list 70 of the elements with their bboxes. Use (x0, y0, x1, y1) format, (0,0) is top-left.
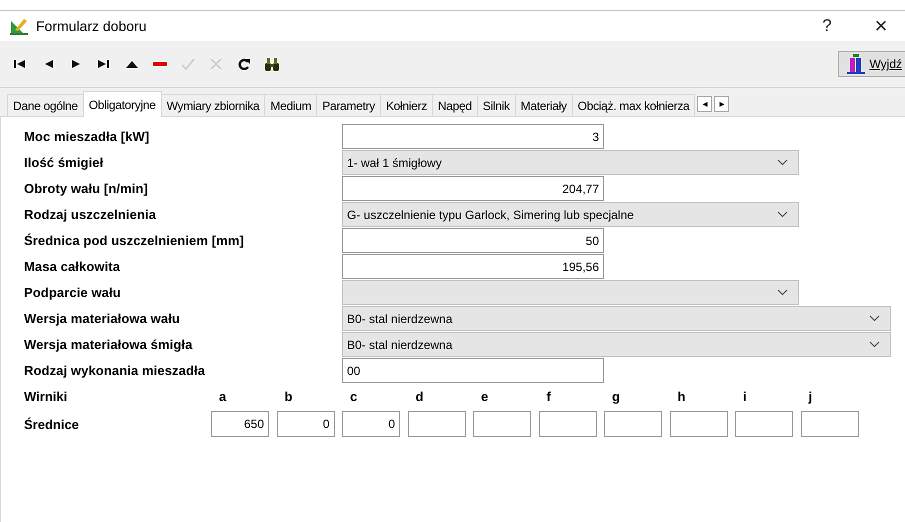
column-letter: c (349, 388, 358, 404)
field-label: Wersja materiałowa wału (24, 310, 181, 326)
toolbar-button[interactable] (264, 56, 280, 72)
minus-icon (153, 62, 167, 66)
diameter-field[interactable]: 0 (342, 411, 400, 437)
binoculars-icon (264, 58, 280, 70)
check-icon (181, 58, 195, 70)
diameter-field[interactable] (800, 411, 858, 437)
column-letter: g (611, 388, 621, 404)
diameter-field[interactable] (408, 411, 466, 437)
chevron-down-icon (869, 315, 880, 322)
number-field[interactable]: 50 (342, 228, 604, 253)
first-record-icon (14, 59, 26, 69)
previous-record-icon (44, 59, 52, 69)
text-field[interactable]: 00 (342, 358, 604, 383)
tab[interactable]: Obligatoryjne (82, 91, 162, 117)
column-letter: b (284, 388, 294, 404)
window-title: Formularz doboru (36, 18, 148, 34)
exit-button[interactable]: Wyjdź (838, 51, 905, 77)
dropdown[interactable]: G- uszczelnienie typu Garlock, Simering lub specjalne (342, 202, 799, 227)
column-letter: a (218, 388, 228, 404)
field-label: Moc mieszadła [kW] (24, 128, 150, 144)
impellers-label: Wirniki (24, 388, 68, 404)
column-letter: i (742, 388, 748, 404)
dropdown[interactable]: B0- stal nierdzewna (342, 306, 891, 331)
refresh-icon (238, 58, 250, 70)
next-record-icon (72, 59, 80, 69)
field-label: Masa całkowita (24, 258, 122, 274)
field-label: Rodzaj uszczelnienia (24, 206, 158, 222)
field-label: Ilość śmigieł (24, 154, 104, 170)
field-label: Wersja materiałowa śmigła (24, 336, 194, 352)
number-field[interactable]: 195,56 (342, 254, 604, 279)
close-button[interactable]: × (857, 11, 905, 41)
column-letter: e (480, 388, 490, 404)
diameters-label: Średnice (24, 416, 80, 432)
diameter-field[interactable] (538, 411, 596, 437)
dropdown[interactable]: B0- stal nierdzewna (342, 332, 891, 357)
column-letter: d (414, 388, 424, 404)
diameter-field[interactable] (735, 411, 793, 437)
field-label: Obroty wału [n/min] (24, 180, 149, 196)
triangle-up-icon (126, 60, 138, 68)
number-field[interactable]: 3 (342, 124, 604, 149)
diameter-field[interactable]: 650 (211, 411, 269, 437)
app-logo-icon (10, 17, 30, 35)
chevron-down-icon (777, 289, 788, 296)
column-letter: h (676, 388, 686, 404)
dropdown[interactable] (342, 280, 799, 305)
column-letter: j (807, 388, 814, 404)
column-letter: f (546, 388, 552, 404)
help-button[interactable]: ? (803, 11, 851, 41)
diameter-field[interactable] (604, 411, 662, 437)
tab[interactable]: Dane ogólne (7, 94, 84, 116)
cross-icon (210, 58, 222, 70)
last-record-icon (98, 59, 110, 69)
exit-door-icon (847, 54, 866, 74)
dropdown[interactable]: 1- wał 1 śmigłowy (342, 150, 799, 175)
chevron-down-icon (777, 159, 788, 166)
number-field[interactable]: 204,77 (342, 176, 604, 201)
chevron-down-icon (869, 341, 880, 348)
field-label: Średnica pod uszczelnieniem [mm] (24, 232, 245, 248)
field-label: Rodzaj wykonania mieszadła (24, 362, 206, 378)
diameter-field[interactable] (670, 411, 728, 437)
diameter-field[interactable]: 0 (276, 411, 334, 437)
toolbar-button[interactable] (236, 56, 252, 72)
chevron-down-icon (777, 211, 788, 218)
field-label: Podparcie wału (24, 284, 122, 300)
tab-scroll-right-button[interactable]: ▸ (714, 96, 730, 112)
tab[interactable]: Obciąż. max kołnierza (572, 94, 696, 116)
tab-scroll-left-button[interactable]: ◂ (697, 96, 712, 112)
diameter-field[interactable] (473, 411, 531, 437)
